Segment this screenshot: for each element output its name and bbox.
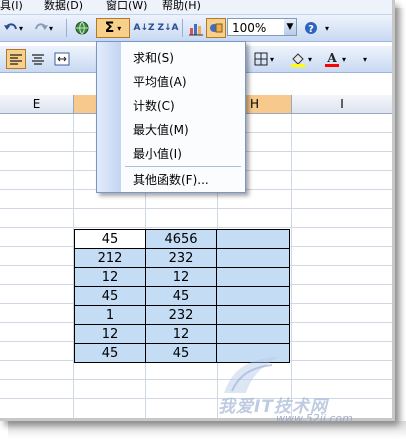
page-shadow-right bbox=[395, 8, 406, 439]
redo-dropdown-icon[interactable]: ▾ bbox=[49, 24, 53, 33]
standard-toolbar: ▾ ▾ Σ ▾ A↓Z Z↓A 100% ▼ ? ▾ bbox=[0, 15, 392, 42]
undo-dropdown-icon[interactable]: ▾ bbox=[19, 24, 23, 33]
table-row: 45 45 bbox=[74, 286, 290, 306]
svg-text:?: ? bbox=[308, 24, 314, 35]
autosum-button[interactable]: Σ ▾ bbox=[96, 18, 130, 38]
menu-separator bbox=[125, 166, 241, 167]
cell[interactable]: 45 bbox=[74, 286, 146, 306]
font-color-icon: A bbox=[324, 51, 339, 67]
merge-center-icon bbox=[54, 52, 70, 66]
menu-item-count[interactable]: 计数(C) bbox=[133, 95, 175, 117]
menu-bar: 具(I) 数据(D) 窗口(W) 帮助(H) bbox=[0, 0, 392, 15]
sort-ascending-button[interactable]: A↓Z bbox=[133, 18, 155, 38]
fill-color-dropdown-icon[interactable]: ▾ bbox=[308, 55, 312, 64]
cell[interactable]: 232 bbox=[145, 305, 217, 325]
undo-button[interactable]: ▾ bbox=[2, 18, 24, 38]
selected-data-range[interactable]: 45 4656 212 232 12 12 45 45 1 232 12 12 bbox=[74, 229, 290, 363]
align-left-button[interactable] bbox=[6, 49, 26, 69]
table-row: 12 12 bbox=[74, 267, 290, 287]
sort-ascending-icon: A↓Z bbox=[133, 23, 155, 33]
cell[interactable]: 45 bbox=[145, 343, 217, 363]
borders-button[interactable]: ▾ bbox=[250, 49, 278, 69]
sort-descending-button[interactable]: Z↓A bbox=[157, 18, 179, 38]
watermark-url: www.52ij.com bbox=[276, 412, 353, 425]
table-row: 45 4656 bbox=[74, 229, 290, 249]
table-row: 212 232 bbox=[74, 248, 290, 268]
excel-window: 具(I) 数据(D) 窗口(W) 帮助(H) ▾ ▾ Σ ▾ A↓Z Z↓A 1… bbox=[0, 0, 395, 421]
drawing-icon bbox=[210, 23, 223, 33]
drawing-button[interactable] bbox=[206, 18, 226, 38]
menu-window[interactable]: 窗口(W) bbox=[106, 0, 147, 13]
sigma-icon: Σ bbox=[104, 20, 115, 36]
help-button[interactable]: ? bbox=[302, 18, 320, 38]
chart-icon bbox=[189, 24, 203, 36]
table-row: 12 12 bbox=[74, 324, 290, 344]
menu-item-max[interactable]: 最大值(M) bbox=[133, 119, 189, 141]
menu-item-sum[interactable]: 求和(S) bbox=[133, 47, 174, 69]
menu-help[interactable]: 帮助(H) bbox=[162, 0, 201, 13]
cell[interactable]: 12 bbox=[145, 267, 217, 287]
cell[interactable]: 12 bbox=[74, 267, 146, 287]
autosum-dropdown-icon[interactable]: ▾ bbox=[117, 24, 121, 33]
align-center-button[interactable] bbox=[28, 49, 48, 69]
menu-tools[interactable]: 具(I) bbox=[0, 0, 23, 13]
cell[interactable]: 1 bbox=[74, 305, 146, 325]
globe-link-icon bbox=[75, 21, 89, 35]
menu-item-min[interactable]: 最小值(I) bbox=[133, 143, 182, 165]
align-center-icon bbox=[32, 54, 44, 65]
chart-wizard-button[interactable] bbox=[186, 18, 206, 38]
table-row: 1 232 bbox=[74, 305, 290, 325]
column-header-e[interactable]: E bbox=[0, 95, 74, 113]
hyperlink-button[interactable] bbox=[72, 18, 92, 38]
toolbar-options-icon[interactable]: ▾ bbox=[322, 18, 332, 38]
cell[interactable]: 4656 bbox=[145, 229, 217, 249]
zoom-dropdown-icon[interactable]: ▼ bbox=[284, 19, 296, 35]
redo-icon bbox=[34, 23, 48, 30]
fill-bucket-icon bbox=[290, 53, 305, 67]
cell[interactable] bbox=[216, 248, 290, 268]
cell[interactable] bbox=[216, 286, 290, 306]
sort-descending-icon: Z↓A bbox=[157, 23, 179, 33]
cell[interactable]: 12 bbox=[74, 324, 146, 344]
undo-icon bbox=[3, 23, 17, 30]
help-icon: ? bbox=[305, 22, 317, 35]
cell[interactable]: 45 bbox=[74, 229, 146, 249]
menu-item-more-functions[interactable]: 其他函数(F)... bbox=[133, 169, 209, 191]
merge-center-button[interactable] bbox=[52, 49, 72, 69]
cell[interactable] bbox=[216, 267, 290, 287]
cell[interactable]: 45 bbox=[145, 286, 217, 306]
wing-watermark-icon bbox=[224, 357, 278, 393]
autosum-menu: 求和(S) 平均值(A) 计数(C) 最大值(M) 最小值(I) 其他函数(F)… bbox=[96, 41, 246, 193]
cell[interactable]: 232 bbox=[145, 248, 217, 268]
format-toolbar-options-icon[interactable]: ▾ bbox=[360, 49, 370, 69]
cell[interactable] bbox=[216, 305, 290, 325]
menu-item-average[interactable]: 平均值(A) bbox=[133, 71, 187, 93]
cell[interactable] bbox=[216, 229, 290, 249]
column-header-i[interactable]: I bbox=[292, 95, 392, 113]
cell[interactable]: 212 bbox=[74, 248, 146, 268]
menu-data[interactable]: 数据(D) bbox=[44, 0, 83, 13]
redo-button[interactable]: ▾ bbox=[32, 18, 54, 38]
zoom-value: 100% bbox=[232, 21, 267, 35]
align-left-icon bbox=[10, 54, 22, 65]
font-color-dropdown-icon[interactable]: ▾ bbox=[342, 55, 346, 64]
svg-text:A: A bbox=[326, 51, 337, 65]
borders-dropdown-icon[interactable]: ▾ bbox=[270, 55, 274, 64]
cell[interactable]: 12 bbox=[145, 324, 217, 344]
borders-icon bbox=[254, 52, 268, 66]
font-color-button[interactable]: A ▾ bbox=[320, 49, 350, 69]
fill-color-button[interactable]: ▾ bbox=[286, 49, 316, 69]
cell[interactable] bbox=[216, 324, 290, 344]
cell[interactable]: 45 bbox=[74, 343, 146, 363]
